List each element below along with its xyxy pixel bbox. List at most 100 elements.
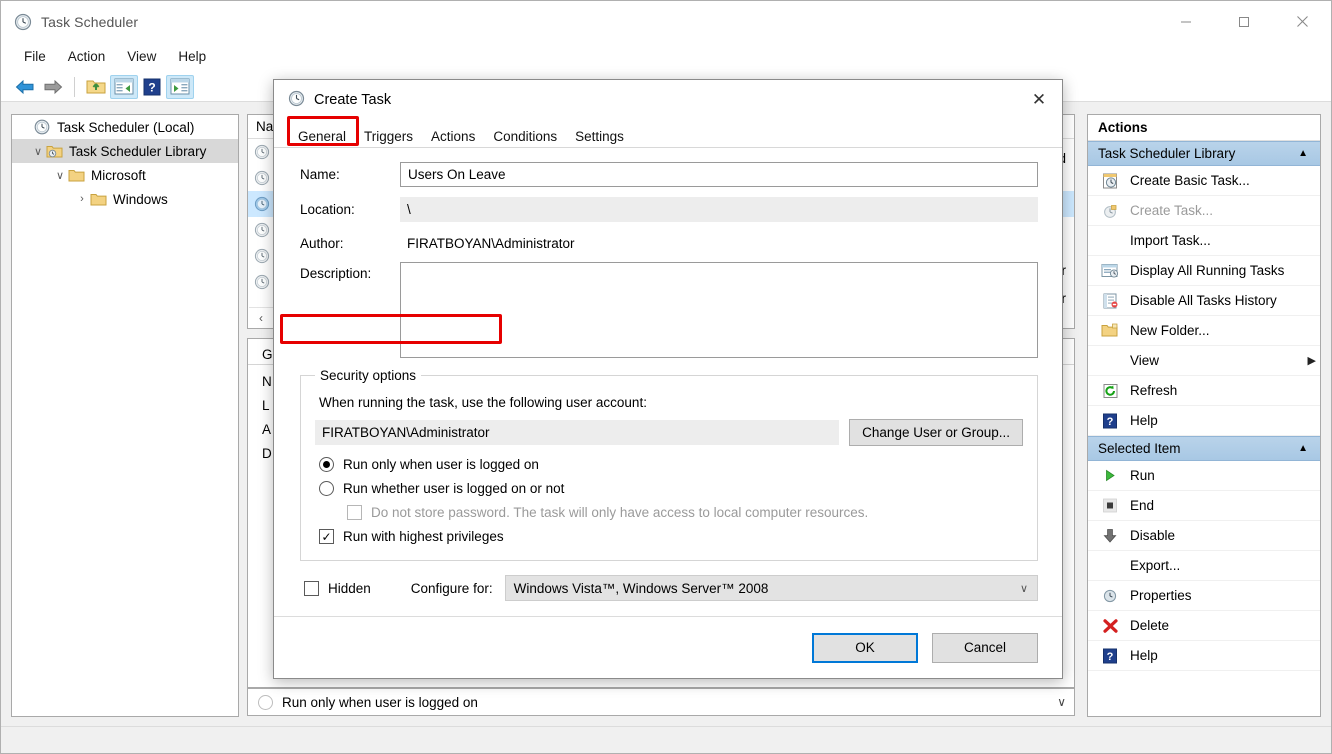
tab-settings[interactable]: Settings [566, 126, 633, 148]
action-delete[interactable]: Delete [1088, 611, 1320, 641]
action-disable[interactable]: Disable [1088, 521, 1320, 551]
menu-help[interactable]: Help [167, 46, 217, 67]
blank-icon [1098, 557, 1122, 575]
folder-icon [68, 168, 86, 183]
action-help-selected[interactable]: ? Help [1088, 641, 1320, 671]
dialog-footer: OK Cancel [274, 616, 1062, 678]
checkbox-do-not-store-password-row[interactable]: Do not store password. The task will onl… [347, 505, 1023, 520]
minimize-button[interactable] [1157, 1, 1215, 42]
tab-conditions[interactable]: Conditions [484, 126, 566, 148]
action-label: Disable [1130, 528, 1176, 543]
svg-text:?: ? [148, 80, 155, 94]
radio-run-whether-logged-on-row[interactable]: Run whether user is logged on or not [319, 481, 1023, 496]
action-export[interactable]: Export... [1088, 551, 1320, 581]
user-account-value: FIRATBOYAN\Administrator [315, 420, 840, 445]
action-label: View [1130, 353, 1160, 368]
author-value: FIRATBOYAN\Administrator [407, 235, 575, 251]
action-label: Display All Running Tasks [1130, 263, 1285, 278]
create-task-dialog: Create Task ✕ General Triggers Actions C… [273, 79, 1063, 679]
name-input[interactable]: Users On Leave [400, 162, 1038, 187]
ok-button[interactable]: OK [812, 632, 918, 663]
menu-action[interactable]: Action [57, 46, 117, 67]
change-user-or-group-button[interactable]: Change User or Group... [849, 419, 1023, 446]
action-new-folder[interactable]: New Folder... [1088, 316, 1320, 346]
action-run[interactable]: Run [1088, 461, 1320, 491]
actions-group-header-task-scheduler-library[interactable]: Task Scheduler Library ▲ [1088, 141, 1320, 166]
task-list-scroll-left-button[interactable]: ‹ [249, 307, 273, 327]
tree-item-microsoft[interactable]: ∨ Microsoft [12, 163, 238, 187]
action-create-task[interactable]: Create Task... [1088, 196, 1320, 226]
run-play-icon [1098, 467, 1122, 485]
cancel-button[interactable]: Cancel [932, 632, 1038, 663]
checkbox-run-highest-privileges-label: Run with highest privileges [343, 529, 504, 544]
close-dialog-button[interactable]: ✕ [1016, 80, 1062, 120]
checkbox-run-highest-privileges[interactable]: ✓ [319, 529, 334, 544]
tree-twisty[interactable]: › [74, 193, 90, 205]
window-titlebar: Task Scheduler [1, 1, 1331, 42]
forward-arrow-icon[interactable] [39, 75, 67, 99]
tree-twisty[interactable]: ∨ [52, 169, 68, 182]
action-end[interactable]: End [1088, 491, 1320, 521]
radio-run-only-when-logged-on-row[interactable]: Run only when user is logged on [319, 457, 1023, 472]
properties-clock-icon [1098, 587, 1122, 605]
library-folder-icon [46, 144, 64, 159]
actions-group-label: Task Scheduler Library [1098, 146, 1236, 161]
configure-for-select[interactable]: Windows Vista™, Windows Server™ 2008 ∨ [504, 575, 1038, 601]
checkbox-run-highest-privileges-row[interactable]: ✓ Run with highest privileges [319, 529, 1023, 544]
blank-icon [1098, 232, 1122, 250]
tree-item-windows[interactable]: › Windows [12, 187, 238, 211]
radio-run-only-when-logged-on[interactable] [319, 457, 334, 472]
description-textarea[interactable] [400, 262, 1038, 358]
tree-item-task-scheduler-library[interactable]: ∨ Task Scheduler Library [12, 139, 238, 163]
collapse-triangle-icon[interactable]: ▲ [1298, 443, 1308, 454]
statusbar [1, 726, 1331, 753]
tab-general[interactable]: General [289, 126, 355, 148]
blank-icon [1098, 352, 1122, 370]
action-import-task[interactable]: Import Task... [1088, 226, 1320, 256]
radio-run-only-when-logged-on-background[interactable] [258, 694, 273, 710]
chevron-down-icon[interactable]: ∨ [1020, 582, 1028, 595]
background-radio-row: Run only when user is logged on ∨ [247, 688, 1075, 716]
action-create-basic-task[interactable]: Create Basic Task... [1088, 166, 1320, 196]
actions-group-header-selected-item[interactable]: Selected Item ▲ [1088, 436, 1320, 461]
security-options-legend: Security options [320, 368, 417, 383]
radio-run-whether-logged-on[interactable] [319, 481, 334, 496]
refresh-icon [1098, 382, 1122, 400]
author-row: Author: FIRATBOYAN\Administrator [300, 232, 1038, 254]
menu-file[interactable]: File [13, 46, 57, 67]
show-hide-console-tree-icon[interactable] [110, 74, 138, 99]
checkbox-hidden[interactable] [304, 580, 319, 596]
action-help-library[interactable]: ? Help [1088, 406, 1320, 436]
maximize-button[interactable] [1215, 1, 1273, 42]
actions-pane-title: Actions [1088, 115, 1320, 141]
show-hide-action-pane-icon[interactable] [166, 74, 194, 99]
up-folder-icon[interactable] [82, 75, 110, 99]
description-label: Description: [300, 266, 372, 281]
action-disable-all-tasks-history[interactable]: Disable All Tasks History [1088, 286, 1320, 316]
help-icon[interactable]: ? [138, 75, 166, 99]
action-properties[interactable]: Properties [1088, 581, 1320, 611]
tree-item-label: Windows [113, 191, 168, 207]
tab-actions[interactable]: Actions [422, 126, 484, 148]
action-display-all-running-tasks[interactable]: Display All Running Tasks [1088, 256, 1320, 286]
display-running-tasks-icon [1098, 262, 1122, 280]
dialog-title: Create Task [314, 92, 392, 108]
close-window-button[interactable] [1273, 1, 1331, 42]
action-refresh[interactable]: Refresh [1088, 376, 1320, 406]
tree-twisty[interactable]: ∨ [30, 145, 46, 158]
collapse-triangle-icon[interactable]: ▲ [1298, 148, 1308, 159]
menu-view[interactable]: View [116, 46, 167, 67]
radio-run-whether-logged-on-label: Run whether user is logged on or not [343, 481, 565, 496]
submenu-arrow-icon[interactable]: ▶ [1308, 354, 1316, 367]
chevron-down-icon[interactable]: ∨ [1057, 695, 1066, 709]
tab-triggers[interactable]: Triggers [355, 126, 422, 148]
back-arrow-icon[interactable] [11, 75, 39, 99]
svg-text:?: ? [1107, 651, 1114, 663]
down-arrow-icon [1098, 527, 1122, 545]
action-label: Create Basic Task... [1130, 173, 1250, 188]
checkbox-do-not-store-password[interactable] [347, 505, 362, 520]
toolbar-separator [74, 76, 75, 97]
tree-item-task-scheduler-local[interactable]: Task Scheduler (Local) [12, 115, 238, 139]
checkbox-hidden-label: Hidden [328, 580, 371, 596]
action-view[interactable]: View ▶ [1088, 346, 1320, 376]
